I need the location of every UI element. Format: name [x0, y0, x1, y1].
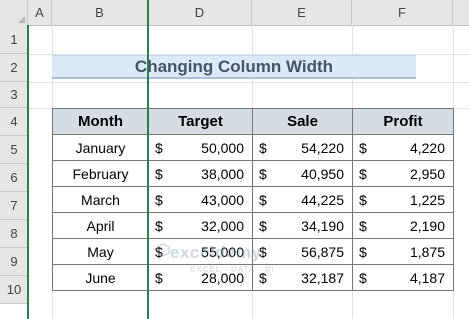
currency-symbol: $ — [359, 139, 367, 156]
select-all-corner[interactable] — [0, 0, 28, 25]
profit-value: 4,187 — [409, 269, 445, 286]
currency-symbol: $ — [359, 191, 367, 208]
table-row: January $50,000 $54,220 $4,220 — [52, 134, 454, 161]
currency-symbol: $ — [259, 139, 267, 156]
spreadsheet: A B C D E F 1 2 3 4 5 6 7 8 9 10 Changin… — [0, 0, 469, 319]
currency-symbol: $ — [259, 217, 267, 234]
cell-month[interactable]: February — [52, 160, 149, 187]
cell-month[interactable]: April — [52, 212, 149, 239]
column-header-a[interactable]: A — [28, 0, 52, 25]
target-value: 50,000 — [201, 139, 244, 156]
row-header-4[interactable]: 4 — [0, 108, 28, 136]
column-resize-line[interactable] — [147, 0, 149, 319]
target-value: 43,000 — [201, 191, 244, 208]
currency-symbol: $ — [155, 217, 163, 234]
currency-symbol: $ — [359, 243, 367, 260]
sale-value: 54,220 — [301, 139, 344, 156]
table-row: March $43,000 $44,225 $1,225 — [52, 186, 454, 213]
cell-month[interactable]: May — [52, 238, 149, 265]
cell-target[interactable]: $38,000 — [148, 160, 253, 187]
profit-value: 2,950 — [409, 165, 445, 182]
gridline — [28, 82, 469, 83]
currency-symbol: $ — [359, 269, 367, 286]
currency-symbol: $ — [155, 165, 163, 182]
cell-profit[interactable]: $1,875 — [352, 238, 454, 265]
sale-value: 44,225 — [301, 191, 344, 208]
sales-table: Month Target Sale Profit January $50,000… — [52, 108, 454, 291]
header-target[interactable]: Target — [148, 108, 253, 135]
column-header-d[interactable]: D — [148, 0, 252, 25]
watermark-tagline: EXCEL · DATA · BI — [190, 265, 275, 274]
currency-symbol: $ — [155, 191, 163, 208]
target-value: 38,000 — [201, 165, 244, 182]
column-header-b[interactable]: B — [52, 0, 148, 25]
sale-value: 40,950 — [301, 165, 344, 182]
profit-value: 4,220 — [409, 139, 445, 156]
sale-value: 56,875 — [301, 243, 344, 260]
table-row: February $38,000 $40,950 $2,950 — [52, 160, 454, 187]
currency-symbol: $ — [359, 165, 367, 182]
currency-symbol: $ — [259, 165, 267, 182]
target-value: 32,000 — [201, 217, 244, 234]
cell-profit[interactable]: $4,220 — [352, 134, 454, 161]
row-header-5[interactable]: 5 — [0, 136, 28, 164]
cell-sale[interactable]: $34,190 — [252, 212, 353, 239]
cell-sale[interactable]: $44,225 — [252, 186, 353, 213]
cell-month[interactable]: January — [52, 134, 149, 161]
row-header-9[interactable]: 9 — [0, 248, 28, 276]
cell-profit[interactable]: $2,190 — [352, 212, 454, 239]
cell-profit[interactable]: $1,225 — [352, 186, 454, 213]
row-header-2[interactable]: 2 — [0, 54, 28, 82]
header-month[interactable]: Month — [52, 108, 149, 135]
currency-symbol: $ — [259, 191, 267, 208]
row-header-7[interactable]: 7 — [0, 192, 28, 220]
cell-target[interactable]: $43,000 — [148, 186, 253, 213]
row-header-6[interactable]: 6 — [0, 164, 28, 192]
profit-value: 1,875 — [409, 243, 445, 260]
table-header-row: Month Target Sale Profit — [52, 108, 454, 135]
cell-sale[interactable]: $56,875 — [252, 238, 353, 265]
cell-sale[interactable]: $40,950 — [252, 160, 353, 187]
row-header-3[interactable]: 3 — [0, 82, 28, 108]
profit-value: 1,225 — [409, 191, 445, 208]
watermark-brand: exceldemy — [170, 243, 262, 262]
currency-symbol: $ — [359, 217, 367, 234]
cell-profit[interactable]: $2,950 — [352, 160, 454, 187]
header-profit[interactable]: Profit — [352, 108, 454, 135]
exceldemy-logo-icon — [156, 243, 170, 257]
profit-value: 2,190 — [409, 217, 445, 234]
row-header-1[interactable]: 1 — [0, 25, 28, 54]
sale-value: 34,190 — [301, 217, 344, 234]
cell-profit[interactable]: $4,187 — [352, 264, 454, 291]
sheet-title: Changing Column Width — [52, 55, 416, 79]
cell-target[interactable]: $32,000 — [148, 212, 253, 239]
column-header-e[interactable]: E — [252, 0, 352, 25]
row-header-8[interactable]: 8 — [0, 220, 28, 248]
cell-target[interactable]: $50,000 — [148, 134, 253, 161]
cell-month[interactable]: June — [52, 264, 149, 291]
sale-value: 32,187 — [301, 269, 344, 286]
cell-month[interactable]: March — [52, 186, 149, 213]
column-header-f[interactable]: F — [352, 0, 453, 25]
header-sale[interactable]: Sale — [252, 108, 353, 135]
row-header-10[interactable]: 10 — [0, 276, 28, 304]
column-border-highlight — [27, 25, 29, 319]
currency-symbol: $ — [155, 139, 163, 156]
corner-triangle-icon — [18, 16, 25, 23]
currency-symbol: $ — [155, 269, 163, 286]
cell-sale[interactable]: $54,220 — [252, 134, 353, 161]
table-row: April $32,000 $34,190 $2,190 — [52, 212, 454, 239]
